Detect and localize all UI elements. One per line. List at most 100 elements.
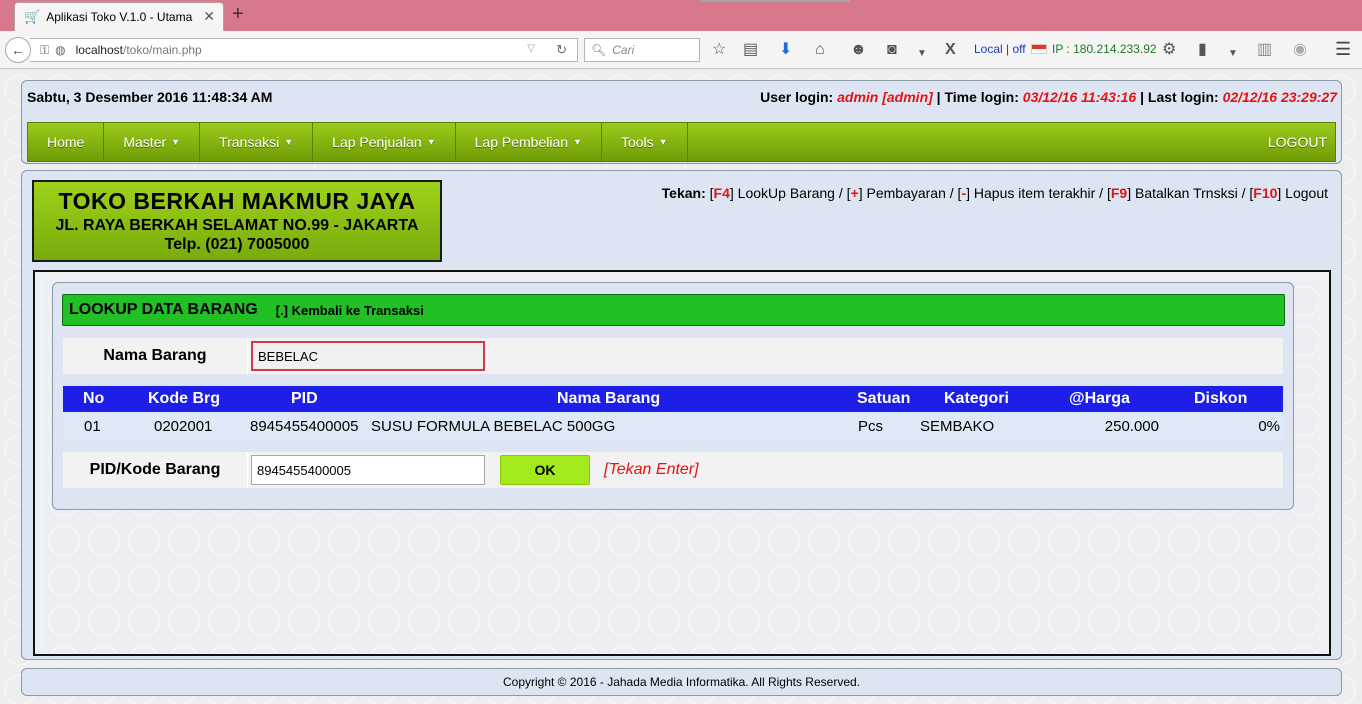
separator-1: | (936, 89, 941, 105)
user-login-label: User login: (760, 89, 834, 105)
copyright-text: Copyright © 2016 - Jahada Media Informat… (502, 675, 861, 689)
address-bar[interactable]: ⚿ ◍ localhost/toko/main.php ▽ ↻ (30, 38, 578, 62)
nama-barang-row: Nama Barang BEBELAC (63, 338, 1283, 374)
menu-home[interactable]: Home (28, 123, 105, 161)
footer: Copyright © 2016 - Jahada Media Informat… (21, 668, 1342, 696)
url-text[interactable]: localhost/toko/main.php (76, 43, 202, 57)
menu-lap-pembelian[interactable]: Lap Pembelian ▼ (456, 123, 602, 161)
col-satuan: Satuan (857, 390, 911, 407)
dropdown-icon[interactable]: ▼ (917, 44, 927, 64)
time-login-label: Time login: (944, 89, 1019, 105)
menu-lap-penjualan[interactable]: Lap Penjualan ▼ (313, 123, 456, 161)
shortcut-help: Tekan: [F4] LookUp Barang / [+] Pembayar… (661, 185, 1328, 201)
content-frame: LOOKUP DATA BARANG [.] Kembali ke Transa… (33, 270, 1331, 656)
ok-button[interactable]: OK (500, 455, 590, 485)
menu-master[interactable]: Master ▼ (104, 123, 201, 161)
cell-no: 01 (84, 417, 101, 435)
pid-input[interactable]: 8945455400005 (251, 455, 485, 485)
screenshot-icon[interactable]: ◙ (887, 40, 897, 60)
main-menu: Home Master ▼ Transaksi ▼ Lap Penjualan ▼ L… (27, 122, 1336, 162)
col-kode-brg: Kode Brg (148, 390, 220, 407)
store-banner: TOKO BERKAH MAKMUR JAYA JL. RAYA BERKAH … (32, 180, 442, 262)
shortcut-key: F10 (1253, 185, 1278, 201)
tab-title: Aplikasi Toko V.1.0 - Utama (46, 10, 193, 24)
enter-hint: [Tekan Enter] (604, 461, 699, 478)
menu-label: Home (47, 134, 85, 150)
back-to-transaction-link[interactable]: [.] Kembali ke Transaksi (276, 303, 424, 318)
url-host: localhost (75, 43, 123, 57)
main-panel: TOKO BERKAH MAKMUR JAYA JL. RAYA BERKAH … (21, 170, 1342, 660)
browser-titlebar: 🛒 Aplikasi Toko V.1.0 - Utama ✕ + (0, 0, 1362, 31)
lookup-header: LOOKUP DATA BARANG [.] Kembali ke Transa… (62, 294, 1285, 326)
url-path: /toko/main.php (123, 43, 202, 57)
local-status[interactable]: Local | off (974, 42, 1026, 56)
bookmark-star-icon[interactable]: ☆ (712, 40, 726, 60)
logout-button[interactable]: LOGOUT (1268, 123, 1327, 161)
x-extension-icon[interactable]: X (945, 40, 956, 60)
col-harga: @Harga (1069, 390, 1130, 407)
page: Sabtu, 3 Desember 2016 11:48:34 AM User … (0, 70, 1362, 704)
url-dropdown-icon[interactable]: ▽ (527, 43, 535, 54)
cell-diskon: 0% (1258, 417, 1280, 435)
hamburger-menu-icon[interactable]: ☰ (1335, 39, 1351, 60)
caret-down-icon: ▼ (658, 137, 668, 147)
menu-transaksi[interactable]: Transaksi ▼ (200, 123, 314, 161)
archive-icon[interactable]: ▥ (1257, 40, 1272, 60)
store-phone: Telp. (021) 7005000 (164, 236, 310, 253)
pid-label: PID/Kode Barang (63, 452, 248, 488)
col-pid: PID (291, 390, 318, 407)
shortcut-desc: LookUp Barang (737, 185, 835, 201)
reload-icon[interactable]: ↻ (556, 42, 567, 58)
close-tab-icon[interactable]: ✕ (203, 8, 215, 25)
search-input[interactable]: 🔍︎ Cari (584, 38, 700, 62)
clipboard-icon[interactable]: ▮ (1198, 40, 1207, 60)
menu-label: Lap Pembelian (474, 134, 569, 150)
nama-barang-label: Nama Barang (63, 338, 248, 374)
smiley-icon[interactable]: ☻ (850, 40, 867, 60)
shortcut-key: F4 (713, 185, 730, 201)
globe-icon: ◍ (55, 43, 66, 57)
new-tab-icon[interactable]: + (232, 3, 244, 26)
time-login-value: 03/12/16 11:43:16 (1022, 89, 1137, 105)
browser-navbar: ⚿ ◍ localhost/toko/main.php ▽ ↻ ← 🔍︎ Car… (0, 31, 1362, 69)
menu-tools[interactable]: Tools ▼ (602, 123, 688, 161)
dropdown-icon-2[interactable]: ▼ (1228, 44, 1238, 64)
search-placeholder: Cari (612, 43, 635, 57)
col-nama-barang: Nama Barang (557, 390, 661, 407)
browser-tab[interactable]: 🛒 Aplikasi Toko V.1.0 - Utama ✕ (14, 2, 224, 31)
caret-down-icon: ▼ (171, 137, 181, 147)
home-icon[interactable]: ⌂ (815, 40, 825, 60)
cell-kode: 0202001 (154, 417, 213, 435)
cell-harga: 250.000 (1104, 417, 1159, 435)
caret-down-icon: ▼ (573, 137, 582, 147)
login-info: User login: admin [admin] | Time login: … (760, 89, 1337, 105)
download-icon[interactable]: ⬇ (779, 40, 792, 60)
menu-label: Transaksi (219, 134, 280, 150)
menu-label: Tools (620, 134, 654, 150)
cell-kategori: SEMBAKO (920, 417, 995, 435)
shortcut-key: F9 (1110, 185, 1128, 201)
menu-label: Master (123, 134, 167, 150)
table-header: No Kode Brg PID Nama Barang Satuan Kateg… (63, 386, 1283, 412)
header-panel: Sabtu, 3 Desember 2016 11:48:34 AM User … (21, 80, 1342, 164)
back-arrow-icon: ← (11, 42, 25, 58)
col-no: No (83, 390, 105, 407)
key-icon: ⚿ (40, 42, 50, 57)
cart-icon: 🛒 (24, 9, 41, 24)
store-name: TOKO BERKAH MAKMUR JAYA (58, 188, 416, 214)
extension-icon[interactable]: ⚙ (1162, 40, 1176, 60)
lookup-panel: LOOKUP DATA BARANG [.] Kembali ke Transa… (52, 282, 1294, 510)
last-login-value: 02/12/16 23:29:27 (1222, 89, 1337, 105)
back-button[interactable]: ← (5, 37, 31, 63)
addon-circle-icon[interactable]: ◉ (1293, 40, 1307, 60)
last-login-label: Last login: (1147, 89, 1219, 105)
shortcut-desc: Batalkan Trnsksi (1134, 185, 1238, 201)
reading-list-icon[interactable]: ▤ (743, 40, 758, 60)
shortcut-desc: Hapus item terakhir (973, 185, 1096, 201)
nama-barang-input[interactable]: BEBELAC (251, 341, 485, 371)
shortcut-desc: Logout (1285, 185, 1328, 201)
cell-satuan: Pcs (858, 417, 884, 435)
shortcut-key: + (850, 185, 859, 201)
current-datetime: Sabtu, 3 Desember 2016 11:48:34 AM (27, 89, 273, 105)
table-row[interactable]: 01 0202001 8945455400005 SUSU FORMULA BE… (63, 412, 1283, 440)
